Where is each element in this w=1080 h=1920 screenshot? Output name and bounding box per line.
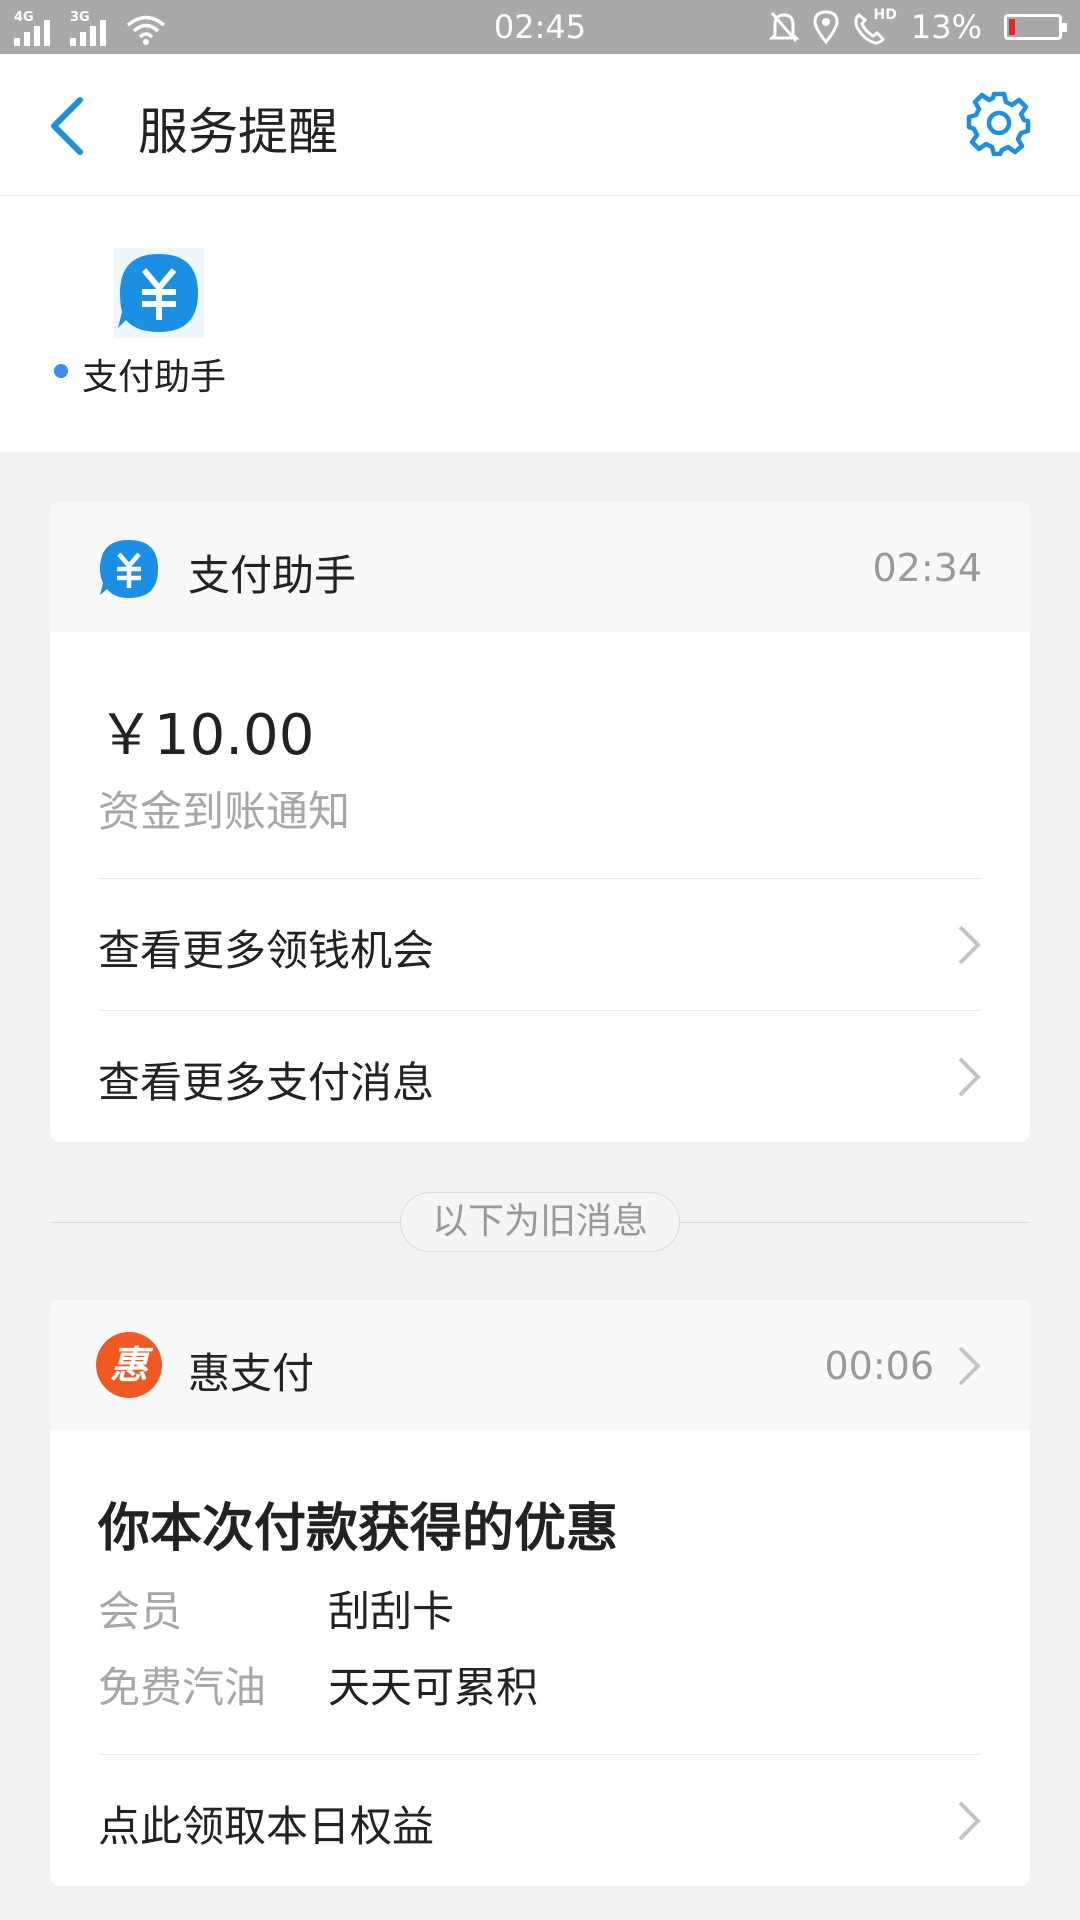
mute-bell-icon xyxy=(768,12,799,42)
location-icon xyxy=(813,10,839,44)
link-label: 查看更多支付消息 xyxy=(98,1058,435,1107)
card-time: 00:06 xyxy=(824,1344,934,1388)
service-label: 支付助手 xyxy=(82,357,227,398)
unread-dot xyxy=(54,364,68,378)
amount-description: 资金到账通知 xyxy=(98,787,351,836)
link-label: 查看更多领钱机会 xyxy=(98,926,435,975)
yuan-chat-icon xyxy=(100,540,158,598)
hui-badge-icon: 惠 xyxy=(96,1332,162,1398)
link-more-money-opportunities[interactable]: 查看更多领钱机会 xyxy=(98,878,982,1010)
app-header: 服务提醒 xyxy=(0,54,1080,196)
battery-level-fill xyxy=(1009,19,1016,35)
link-more-payment-messages[interactable]: 查看更多支付消息 xyxy=(98,1010,982,1142)
amount-value: ￥10.00 xyxy=(98,703,315,768)
service-strip: 支付助手 xyxy=(0,196,1080,452)
page-title: 服务提醒 xyxy=(138,103,338,161)
promo-body: 你本次付款获得的优惠 会员 刮刮卡 免费汽油 天天可累积 xyxy=(50,1430,1030,1754)
link-label: 点此领取本日权益 xyxy=(98,1802,435,1851)
promo-item: 会员 刮刮卡 xyxy=(98,1578,454,1639)
chevron-right-icon xyxy=(958,1801,981,1841)
old-messages-label: 以下为旧消息 xyxy=(400,1192,680,1252)
back-arrow-icon[interactable] xyxy=(44,94,94,158)
promo-message-card: 惠 惠支付 00:06 你本次付款获得的优惠 会员 刮刮卡 免费汽油 天天可累积 点… xyxy=(50,1300,1030,1886)
status-bar: 4G 3G 02:45 HD 13% xyxy=(0,0,1080,54)
card-header[interactable]: 支付助手 02:34 xyxy=(50,502,1030,632)
amount-section: ￥10.00 资金到账通知 xyxy=(50,632,1030,878)
battery-icon xyxy=(1004,14,1067,40)
link-claim-today-benefits[interactable]: 点此领取本日权益 xyxy=(98,1754,982,1886)
card-title: 支付助手 xyxy=(188,551,357,600)
promo-item-key: 会员 xyxy=(98,1587,183,1636)
card-time: 02:34 xyxy=(872,546,982,590)
payment-message-card: 支付助手 02:34 ￥10.00 资金到账通知 查看更多领钱机会 查看更多支付… xyxy=(50,502,1030,1142)
promo-item-value: 刮刮卡 xyxy=(328,1587,455,1636)
promo-item: 免费汽油 天天可累积 xyxy=(98,1654,538,1715)
badge-char: 惠 xyxy=(109,1343,148,1387)
hd-label: HD xyxy=(873,7,897,23)
gear-icon[interactable] xyxy=(966,90,1032,156)
chevron-right-icon xyxy=(958,1346,981,1386)
hd-call-icon: HD xyxy=(853,7,897,45)
promo-title: 你本次付款获得的优惠 xyxy=(98,1499,619,1559)
yuan-chat-icon xyxy=(114,248,204,338)
promo-item-key: 免费汽油 xyxy=(98,1663,267,1712)
promo-item-value: 天天可累积 xyxy=(328,1663,539,1712)
card-header[interactable]: 惠 惠支付 00:06 xyxy=(50,1300,1030,1430)
chevron-right-icon xyxy=(958,925,981,965)
chevron-right-icon xyxy=(958,1057,981,1097)
battery-percent: 13% xyxy=(910,8,982,46)
card-title: 惠支付 xyxy=(188,1349,315,1398)
